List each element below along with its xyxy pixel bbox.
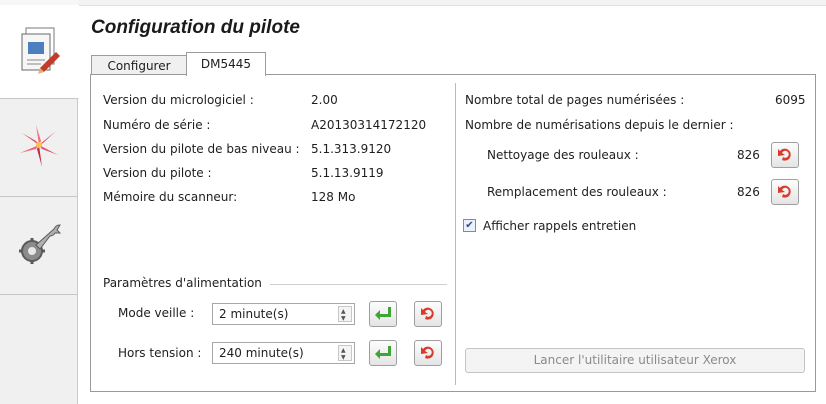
total-pages-label: Nombre total de pages numérisées : [465, 93, 685, 107]
sleep-mode-label: Mode veille : [118, 306, 195, 320]
reset-cleaning-button[interactable] [771, 142, 799, 168]
driver-version-label: Version du pilote : [103, 166, 212, 180]
sleep-mode-value: 2 minute(s) [219, 307, 289, 321]
sidebar-item-image-settings[interactable] [0, 99, 78, 197]
roller-replacement-label: Remplacement des rouleaux : [487, 185, 667, 199]
firmware-version-value: 2.00 [311, 93, 338, 107]
lily-flower-icon [16, 123, 62, 172]
apply-power-off-button[interactable] [369, 340, 397, 366]
panel-divider [455, 83, 456, 385]
undo-arrow-icon [420, 304, 436, 325]
scans-since-label: Nombre de numérisations depuis le dernie… [465, 118, 734, 132]
undo-arrow-icon [420, 343, 436, 364]
reset-sleep-button[interactable] [414, 301, 442, 327]
apply-sleep-button[interactable] [369, 301, 397, 327]
sidebar-item-device-settings[interactable] [0, 197, 78, 295]
apply-arrow-icon [374, 345, 392, 362]
roller-cleaning-value: 826 [737, 148, 760, 162]
spinner-arrows[interactable]: ▲ ▼ [338, 345, 352, 361]
serial-number-value: A20130314172120 [311, 118, 427, 132]
spin-down-icon[interactable]: ▼ [341, 355, 346, 361]
tab-configurer[interactable]: Configurer [91, 55, 187, 75]
roller-replacement-value: 826 [737, 185, 760, 199]
low-level-driver-value: 5.1.313.9120 [311, 142, 392, 156]
undo-arrow-icon [777, 145, 793, 166]
roller-cleaning-label: Nettoyage des rouleaux : [487, 148, 639, 162]
tab-dm5445[interactable]: DM5445 [186, 52, 266, 76]
firmware-version-label: Version du micrologiciel : [103, 93, 254, 107]
launch-utility-button[interactable]: Lancer l'utilitaire utilisateur Xerox [465, 348, 805, 373]
reset-replacement-button[interactable] [771, 179, 799, 205]
reset-power-off-button[interactable] [414, 340, 442, 366]
sleep-mode-spinner[interactable]: 2 minute(s) ▲ ▼ [212, 303, 355, 325]
total-pages-value: 6095 [775, 93, 806, 107]
power-off-value: 240 minute(s) [219, 346, 304, 360]
serial-number-label: Numéro de série : [103, 118, 211, 132]
page-title: Configuration du pilote [91, 17, 300, 38]
power-group-label: Paramètres d'alimentation [103, 276, 262, 290]
sidebar-item-scan-settings[interactable] [0, 5, 79, 99]
apply-arrow-icon [374, 306, 392, 323]
top-border [78, 0, 826, 6]
power-off-spinner[interactable]: 240 minute(s) ▲ ▼ [212, 342, 355, 364]
driver-version-value: 5.1.13.9119 [311, 166, 384, 180]
spinner-arrows[interactable]: ▲ ▼ [338, 306, 352, 322]
power-off-label: Hors tension : [118, 346, 202, 360]
group-divider [270, 284, 447, 285]
maintenance-reminder-checkbox[interactable]: ✔ [463, 219, 476, 232]
spin-down-icon[interactable]: ▼ [341, 316, 346, 322]
maintenance-reminder-label[interactable]: Afficher rappels entretien [483, 219, 636, 233]
check-mark-icon: ✔ [465, 220, 474, 231]
document-scan-icon [14, 22, 64, 81]
low-level-driver-label: Version du pilote de bas niveau : [103, 142, 300, 156]
sidebar [0, 0, 79, 404]
undo-arrow-icon [777, 182, 793, 203]
scanner-memory-value: 128 Mo [311, 190, 356, 204]
wrench-gear-icon [14, 221, 64, 270]
scanner-memory-label: Mémoire du scanneur: [103, 190, 238, 204]
